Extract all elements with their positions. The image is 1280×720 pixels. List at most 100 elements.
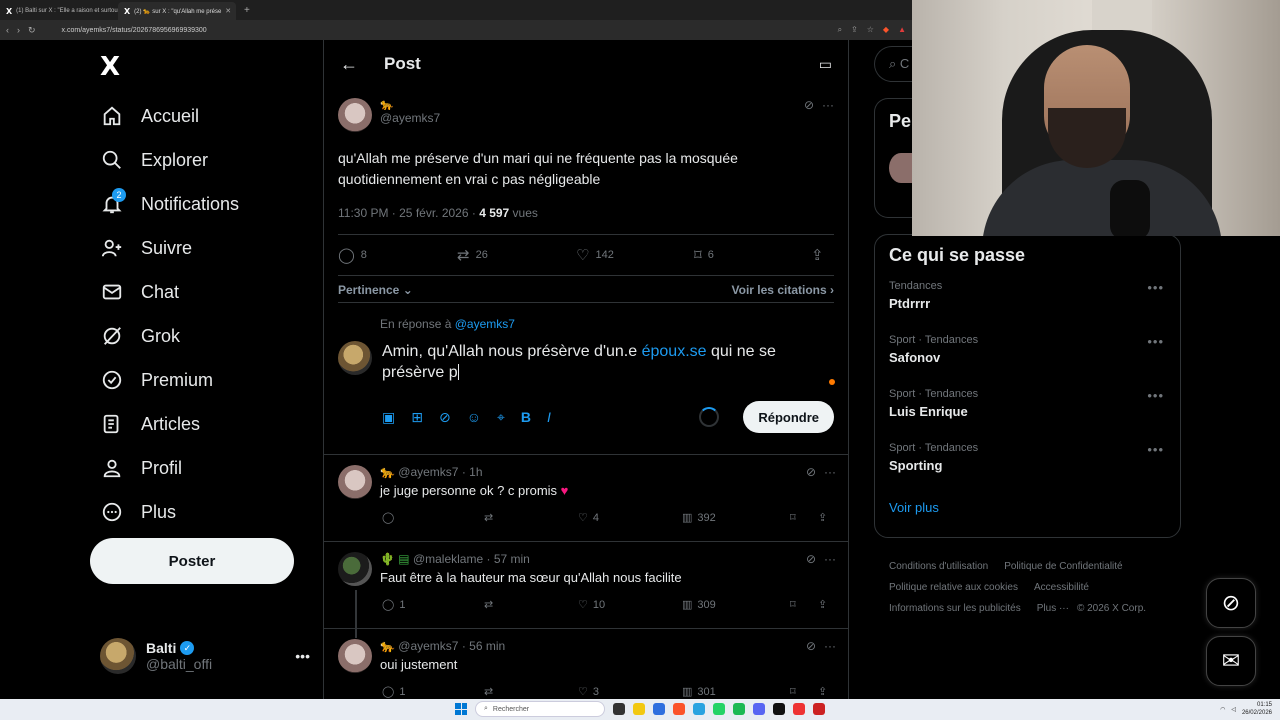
app-icon[interactable]: [793, 703, 805, 715]
views-action[interactable]: ▥ 301: [682, 685, 790, 699]
back-arrow-icon[interactable]: ←: [340, 54, 358, 75]
grok-fab-icon[interactable]: ⊘: [1206, 578, 1256, 628]
forward-icon[interactable]: ›: [17, 25, 20, 35]
url-field[interactable]: x.com/ayemks7/status/2026786956969939300: [44, 27, 830, 34]
app-icon[interactable]: [773, 703, 785, 715]
app-icon[interactable]: [653, 703, 665, 715]
location-icon[interactable]: ⌖: [497, 409, 505, 426]
like-action[interactable]: ♡ 142: [576, 246, 694, 264]
taskbar-search[interactable]: ⌕ Rechercher: [475, 701, 605, 717]
grok-icon[interactable]: ⊘: [439, 409, 451, 426]
avatar[interactable]: [338, 465, 372, 499]
sidebar-item-notifications[interactable]: 2 Notifications: [100, 182, 239, 226]
reply-action[interactable]: ◯ 8: [338, 246, 457, 264]
grok-icon[interactable]: ⊘: [806, 465, 816, 479]
bookmark-action[interactable]: ⌑ 6: [694, 246, 811, 264]
bookmark-icon[interactable]: ⌑: [790, 511, 818, 524]
post-button[interactable]: Poster: [90, 538, 294, 584]
grok-icon[interactable]: ⊘: [806, 639, 816, 653]
trend-item[interactable]: Sport · Tendances Sporting •••: [889, 442, 1166, 496]
sort-dropdown[interactable]: Pertinence ⌄: [338, 283, 413, 297]
zoom-icon[interactable]: ⌕: [838, 25, 842, 35]
reply-action[interactable]: ◯: [382, 511, 484, 524]
post-handle[interactable]: @ayemks7: [380, 111, 440, 125]
more-icon[interactable]: ···: [824, 552, 836, 566]
repost-action[interactable]: ⇄: [484, 598, 578, 611]
reply-handle[interactable]: @maleklame: [413, 552, 483, 566]
folder-icon[interactable]: [633, 703, 645, 715]
reply-to-handle[interactable]: @ayemks7: [455, 317, 515, 331]
bookmark-icon[interactable]: ⌑: [790, 598, 818, 611]
reply-action[interactable]: ◯ 1: [382, 685, 484, 699]
emoji-icon[interactable]: ☺: [467, 409, 481, 425]
more-icon[interactable]: ···: [824, 465, 836, 479]
see-more-link[interactable]: Voir plus: [889, 500, 1166, 515]
reload-icon[interactable]: ↻: [28, 25, 36, 36]
sidebar-item-accueil[interactable]: Accueil: [100, 94, 239, 138]
more-icon[interactable]: ···: [824, 639, 836, 653]
clock[interactable]: 01:15 26/02/2026: [1242, 701, 1272, 717]
share-icon[interactable]: ⇪: [818, 511, 827, 524]
reply-textarea[interactable]: Amin, qu'Allah nous présèrve d'un.e épou…: [382, 341, 822, 383]
more-icon[interactable]: ···: [822, 98, 834, 112]
reply-action[interactable]: ◯ 1: [382, 598, 484, 612]
wifi-icon[interactable]: ◠: [1220, 706, 1225, 713]
sidebar-item-articles[interactable]: Articles: [100, 402, 239, 446]
sidebar-item-premium[interactable]: Premium: [100, 358, 239, 402]
footer-link[interactable]: Plus ···: [1037, 603, 1069, 614]
more-icon[interactable]: •••: [1147, 442, 1164, 457]
grok-icon[interactable]: ⊘: [806, 552, 816, 566]
discord-icon[interactable]: [753, 703, 765, 715]
more-icon[interactable]: •••: [295, 648, 310, 664]
share-action[interactable]: ⇪: [811, 246, 824, 264]
extension-icon[interactable]: ▲: [898, 25, 906, 35]
footer-link[interactable]: Politique relative aux cookies: [889, 582, 1018, 593]
italic-icon[interactable]: I: [547, 409, 551, 425]
reply-handle[interactable]: @ayemks7: [398, 639, 458, 653]
footer-link[interactable]: Informations sur les publicités: [889, 603, 1021, 614]
sidebar-item-profil[interactable]: Profil: [100, 446, 239, 490]
trend-item[interactable]: Sport · Tendances Luis Enrique •••: [889, 388, 1166, 442]
new-tab-button[interactable]: +: [236, 2, 258, 20]
spotify-icon[interactable]: [733, 703, 745, 715]
brave-shield-icon[interactable]: ◆: [883, 25, 889, 35]
like-action[interactable]: ♡ 3: [578, 685, 682, 699]
sidebar-item-explorer[interactable]: Explorer: [100, 138, 239, 182]
reply-button[interactable]: Répondre: [743, 401, 834, 433]
footer-link[interactable]: Conditions d'utilisation: [889, 561, 988, 572]
trend-item[interactable]: Sport · Tendances Safonov •••: [889, 334, 1166, 388]
brave-icon[interactable]: [673, 703, 685, 715]
more-icon[interactable]: •••: [1147, 334, 1164, 349]
footer-link[interactable]: Politique de Confidentialité: [1004, 561, 1122, 572]
avatar[interactable]: [889, 153, 913, 183]
bookmark-icon[interactable]: ⌑: [790, 685, 818, 698]
avatar[interactable]: [338, 552, 372, 586]
trend-item[interactable]: Tendances Ptdrrrr •••: [889, 280, 1166, 334]
like-action[interactable]: ♡ 10: [578, 598, 682, 612]
lightning-icon[interactable]: [813, 703, 825, 715]
telegram-icon[interactable]: [693, 703, 705, 715]
post-timestamp[interactable]: 11:30 PM · 25 févr. 2026 ·: [338, 206, 479, 220]
reply-item[interactable]: 🌵 ▤ @maleklame · 57 min Faut être à la h…: [324, 541, 848, 638]
share-icon[interactable]: ⇪: [851, 25, 858, 35]
whatsapp-icon[interactable]: [713, 703, 725, 715]
views-action[interactable]: ▥ 309: [682, 598, 790, 612]
more-icon[interactable]: •••: [1147, 280, 1164, 295]
messages-fab-icon[interactable]: ✉: [1206, 636, 1256, 686]
share-icon[interactable]: ⇪: [818, 685, 827, 698]
reader-mode-icon[interactable]: ▭: [819, 56, 832, 73]
sidebar-item-suivre[interactable]: Suivre: [100, 226, 239, 270]
gif-icon[interactable]: ⊞: [411, 409, 423, 426]
share-icon[interactable]: ⇪: [818, 598, 827, 611]
sidebar-item-chat[interactable]: Chat: [100, 270, 239, 314]
reply-item[interactable]: 🐆 @ayemks7 · 1h je juge personne ok ? c …: [324, 454, 848, 541]
account-switcher[interactable]: Balti ✓ @balti_offi •••: [100, 638, 310, 674]
like-action[interactable]: ♡ 4: [578, 511, 682, 525]
avatar[interactable]: [338, 98, 372, 132]
close-tab-icon[interactable]: ✕: [225, 7, 231, 15]
back-icon[interactable]: ‹: [6, 25, 9, 35]
bold-icon[interactable]: B: [521, 409, 531, 425]
reply-handle[interactable]: @ayemks7: [398, 465, 458, 479]
browser-tab-active[interactable]: X (2) 🐆 sur X : "qu'Allah me prése ✕: [118, 2, 236, 20]
repost-action[interactable]: ⇄: [484, 685, 578, 698]
